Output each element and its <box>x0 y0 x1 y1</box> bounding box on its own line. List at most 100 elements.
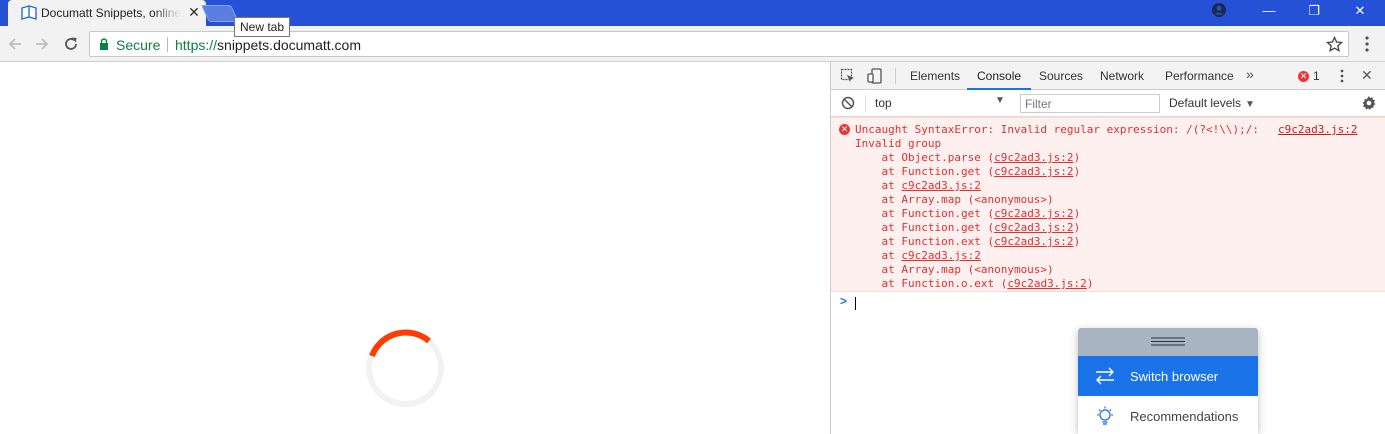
close-window-icon[interactable]: ✕ <box>1345 0 1375 22</box>
device-toolbar-icon[interactable] <box>867 68 883 84</box>
tab-close-icon[interactable]: ✕ <box>186 4 202 20</box>
stack-frame-line: at c9c2ad3.js:2 <box>855 249 980 263</box>
url-scheme: https:// <box>175 37 218 53</box>
text-caret <box>855 297 856 310</box>
devtools-menu-icon[interactable] <box>1336 68 1348 84</box>
forward-arrow-icon[interactable] <box>32 34 52 54</box>
tabbar-separator <box>895 68 896 84</box>
stack-frame-line: at Array.map (<anonymous>) <box>855 263 1054 277</box>
loading-spinner <box>366 329 444 407</box>
stack-frame-link[interactable]: c9c2ad3.js:2 <box>994 221 1073 234</box>
stack-frame-link[interactable]: c9c2ad3.js:2 <box>994 207 1073 220</box>
stack-frame-text: at <box>855 179 902 192</box>
tab-performance[interactable]: Performance <box>1165 62 1234 90</box>
stack-frame-text: at Function.get ( <box>855 221 995 234</box>
stack-frame-text: at Function.o.ext ( <box>855 277 1008 290</box>
browser-tab[interactable]: Documatt Snippets, online ✕ <box>8 0 206 26</box>
tab-title: Documatt Snippets, online <box>41 6 181 20</box>
title-bar: Documatt Snippets, online ✕ — ❐ ✕ <box>0 0 1385 26</box>
stack-frame-suffix: ) <box>1073 151 1081 164</box>
switch-browser-label: Switch browser <box>1130 369 1219 384</box>
context-dropdown-icon[interactable]: ▼ <box>995 95 1005 106</box>
error-icon: ✕ <box>839 124 850 135</box>
page-content <box>0 62 830 434</box>
stack-frame-line: at Function.get (c9c2ad3.js:2) <box>855 221 1080 235</box>
tab-console[interactable]: Console <box>967 62 1032 90</box>
error-message-line: Uncaught SyntaxError: Invalid regular ex… <box>855 123 1259 136</box>
stack-frame-line: at Function.ext (c9c2ad3.js:2) <box>855 235 1080 249</box>
stack-frame-link[interactable]: c9c2ad3.js:2 <box>901 249 980 262</box>
clear-console-icon[interactable] <box>841 96 855 110</box>
prompt-chevron-icon: > <box>840 294 848 308</box>
stack-frame-suffix: ) <box>1073 207 1081 220</box>
stack-frame-line: at c9c2ad3.js:2 <box>855 179 980 193</box>
error-count: 1 <box>1313 69 1320 83</box>
stack-frame-text: at Array.map (<anonymous>) <box>855 193 1054 206</box>
recommendations-button[interactable]: Recommendations <box>1078 396 1258 434</box>
bookmark-star-icon[interactable] <box>1326 36 1343 53</box>
restore-icon[interactable]: ❐ <box>1299 0 1329 22</box>
stack-frame-link[interactable]: c9c2ad3.js:2 <box>994 235 1073 248</box>
drag-handle-icon <box>1151 337 1185 346</box>
recommendations-label: Recommendations <box>1130 409 1239 424</box>
stack-frame-line: at Object.parse (c9c2ad3.js:2) <box>855 151 1080 165</box>
stack-frame-line: at Function.get (c9c2ad3.js:2) <box>855 165 1080 179</box>
console-prompt[interactable]: > <box>831 293 1385 313</box>
lock-icon <box>100 38 108 50</box>
error-counter[interactable]: ✕ 1 <box>1298 69 1320 83</box>
devtools-tabbar: Elements Console Sources Network Perform… <box>831 62 1385 90</box>
floating-widget: Switch browser Recommendations <box>1078 328 1258 434</box>
context-selector[interactable]: top <box>875 96 1005 110</box>
omnibox-divider <box>167 37 168 52</box>
devtools-close-icon[interactable]: ✕ <box>1361 67 1373 84</box>
widget-drag-handle[interactable] <box>1078 328 1258 356</box>
stack-frame-text: at Function.get ( <box>855 165 995 178</box>
new-tab-tooltip: New tab <box>234 17 291 37</box>
profile-icon[interactable] <box>1212 3 1226 17</box>
stack-frame-line: at Function.get (c9c2ad3.js:2) <box>855 207 1080 221</box>
filter-separator <box>865 95 866 112</box>
stack-frame-text: at <box>855 249 902 262</box>
url-text[interactable]: https://snippets.documatt.com <box>175 37 361 53</box>
stack-frame-link[interactable]: c9c2ad3.js:2 <box>994 151 1073 164</box>
switch-arrows-icon <box>1096 367 1114 385</box>
error-message-line: Invalid group <box>855 137 942 150</box>
browser-toolbar: Secure https://snippets.documatt.com <box>0 26 1385 62</box>
book-icon <box>21 5 37 20</box>
browser-menu-icon[interactable] <box>1358 35 1376 53</box>
stack-frame-suffix: ) <box>1073 165 1081 178</box>
url-host: snippets.documatt.com <box>217 37 361 53</box>
back-arrow-icon[interactable] <box>5 34 25 54</box>
tab-network[interactable]: Network <box>1100 62 1144 90</box>
stack-frame-text: at Object.parse ( <box>855 151 995 164</box>
stack-frame-text: at Array.map (<anonymous>) <box>855 263 1054 276</box>
tab-elements[interactable]: Elements <box>910 62 960 90</box>
switch-browser-button[interactable]: Switch browser <box>1078 356 1258 396</box>
lightbulb-icon <box>1097 406 1113 425</box>
stack-frame-link[interactable]: c9c2ad3.js:2 <box>1007 277 1086 290</box>
stack-frame-link[interactable]: c9c2ad3.js:2 <box>994 165 1073 178</box>
console-settings-gear-icon[interactable] <box>1361 95 1377 111</box>
error-badge-icon: ✕ <box>1298 70 1309 82</box>
log-levels-dropdown[interactable]: Default levels ▼ <box>1169 96 1255 110</box>
stack-frame-line: at Array.map (<anonymous>) <box>855 193 1054 207</box>
console-filter-bar: top ▼ Default levels▼ <box>831 90 1385 117</box>
stack-frame-text: at Function.ext ( <box>855 235 995 248</box>
levels-dropdown-icon: ▼ <box>1245 99 1255 110</box>
error-source-link[interactable]: c9c2ad3.js:2 <box>1278 123 1357 136</box>
stack-frame-text: at Function.get ( <box>855 207 995 220</box>
log-levels-label: Default levels <box>1169 96 1242 110</box>
console-error-message: ✕ Uncaught SyntaxError: Invalid regular … <box>831 117 1385 292</box>
reload-icon[interactable] <box>61 34 81 54</box>
stack-frame-line: at Function.o.ext (c9c2ad3.js:2) <box>855 277 1093 291</box>
secure-label: Secure <box>116 37 161 53</box>
console-filter-input[interactable] <box>1020 94 1160 113</box>
stack-frame-suffix: ) <box>1073 235 1081 248</box>
stack-frame-suffix: ) <box>1073 221 1081 234</box>
tab-sources[interactable]: Sources <box>1039 62 1083 90</box>
inspect-element-icon[interactable] <box>840 68 856 84</box>
more-tabs-icon[interactable]: » <box>1246 66 1254 82</box>
stack-frame-link[interactable]: c9c2ad3.js:2 <box>901 179 980 192</box>
minimize-icon[interactable]: — <box>1254 0 1284 22</box>
stack-frame-suffix: ) <box>1086 277 1094 290</box>
